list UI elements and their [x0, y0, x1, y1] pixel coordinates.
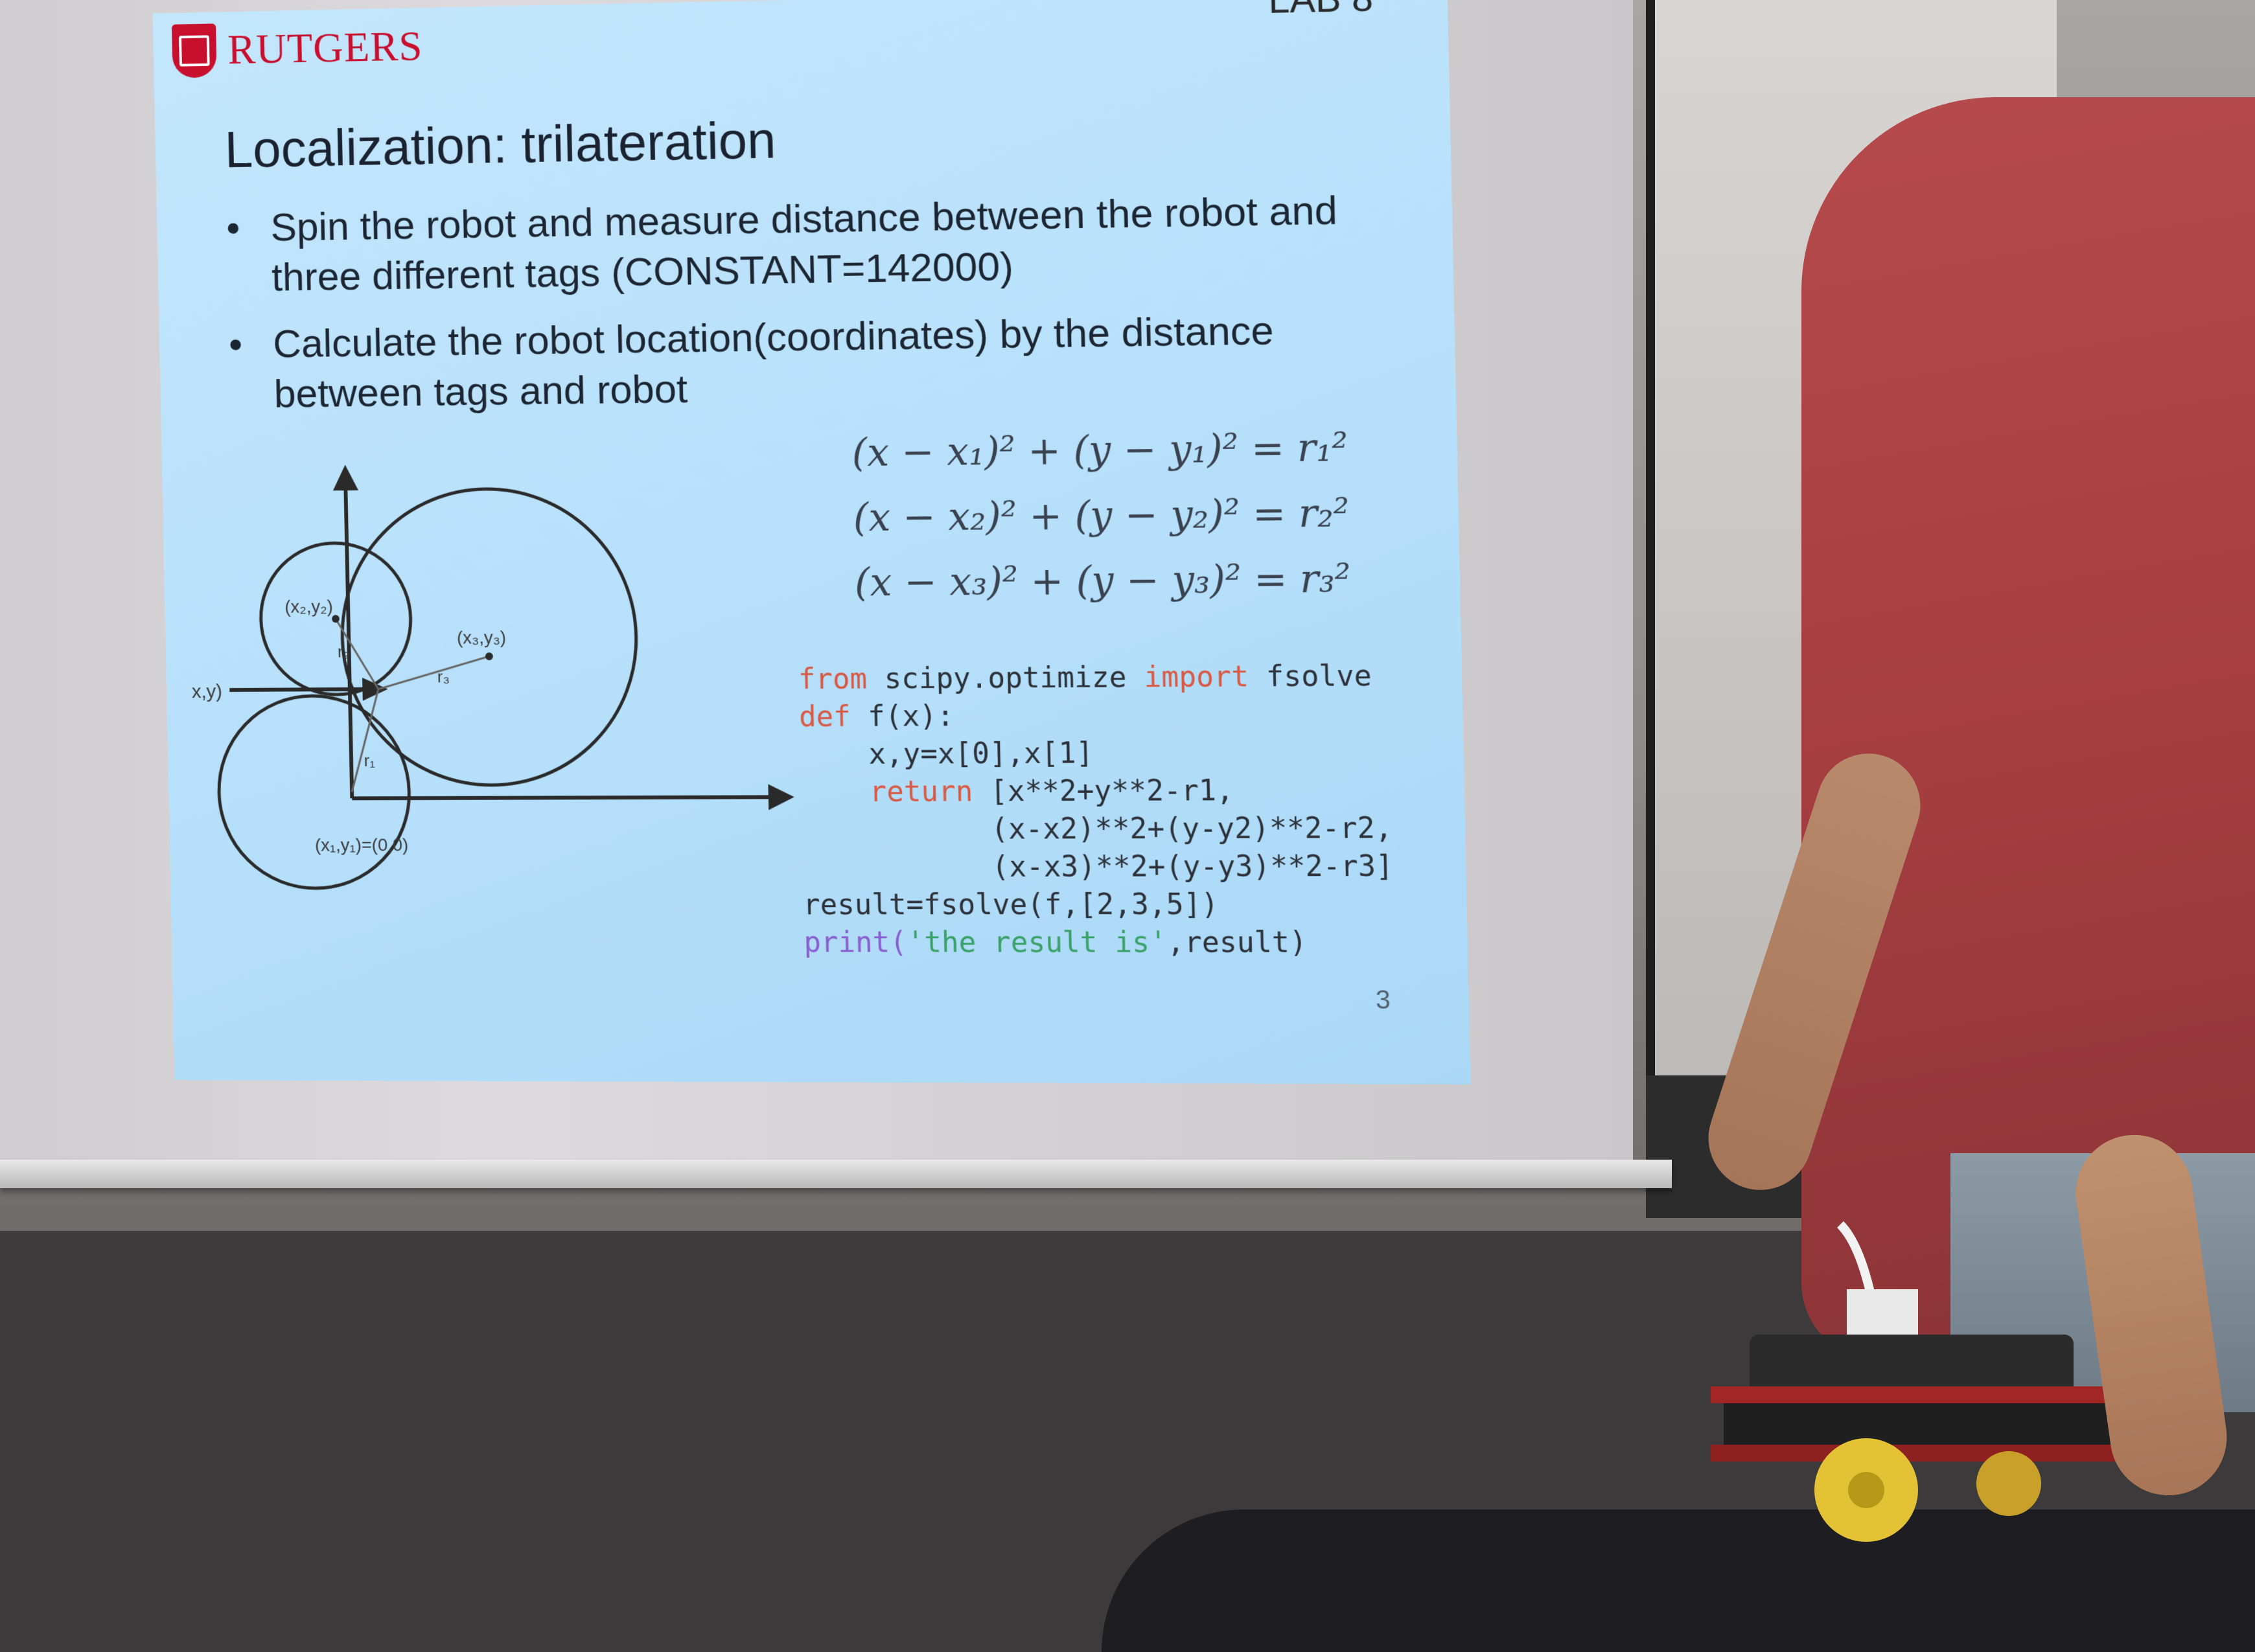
- robot-chassis-bottom: [1711, 1445, 2164, 1462]
- equation: (x − x₂)² + (y − y₂)² = r₂²: [853, 490, 1350, 541]
- code-text: [x**2+y**2-r1,: [972, 774, 1234, 809]
- label-point-3: (x₃,y₃): [457, 627, 507, 648]
- bullet-item: Calculate the robot location(coordinates…: [228, 304, 1363, 420]
- equation: (x − x₁)² + (y − y₁)² = r₁²: [851, 424, 1348, 476]
- code-text: x,y=x[0],x[1]: [799, 737, 1094, 772]
- label-robot: (x,y): [187, 681, 223, 702]
- code-function: print(: [803, 926, 908, 959]
- robot-arrow-head-icon: [362, 677, 388, 701]
- code-keyword: def: [798, 700, 851, 734]
- robot-sensor-box: [1847, 1289, 1918, 1335]
- y-axis-arrow-icon: [332, 465, 359, 491]
- code-text: scipy.optimize: [866, 660, 1144, 696]
- equations: (x − x₁)² + (y − y₁)² = r₁² (x − x₂)² + …: [851, 415, 1352, 615]
- code-text: (x-x3)**2+(y-y3)**2-r3]: [802, 849, 1394, 884]
- screen-bottom-bar: [0, 1160, 1672, 1188]
- circle-r1: [217, 695, 411, 888]
- projected-slide: RUTGERS LAB 8 Localization: trilateratio…: [152, 0, 1471, 1084]
- code-text: fsolve: [1248, 659, 1372, 694]
- trilateration-diagram: (x,y) (x₁,y₁)=(0,0) (x₂,y₂) (x₃,y₃) r₁ r…: [187, 465, 794, 946]
- slide-title: Localization: trilateration: [224, 111, 777, 179]
- equation: (x − x₃)² + (y − y₃)² = r₃²: [854, 555, 1352, 606]
- bullet-list: Spin the robot and measure distance betw…: [226, 185, 1364, 437]
- point-3: [485, 652, 493, 661]
- shield-icon: [171, 23, 217, 78]
- lab-label: LAB 8: [1268, 0, 1374, 22]
- code-text: result=fsolve(f,[2,3,5]): [802, 888, 1220, 922]
- r3-line: [378, 656, 490, 689]
- label-r2: r₂: [338, 643, 350, 661]
- code-block: from scipy.optimize import fsolve def f(…: [798, 658, 1395, 962]
- label-r1: r₁: [364, 752, 375, 770]
- code-keyword: return: [800, 775, 973, 809]
- rutgers-logo: RUTGERS: [171, 19, 424, 78]
- code-text: ,result): [1166, 926, 1308, 959]
- robot-arrow: [229, 689, 375, 690]
- code-string: 'the result is': [907, 926, 1168, 959]
- code-keyword: from: [798, 662, 868, 696]
- page-number: 3: [1375, 985, 1391, 1015]
- robot-body: [1724, 1403, 2138, 1445]
- robot-wheel-hub: [1848, 1472, 1884, 1508]
- label-r3: r₃: [437, 668, 450, 686]
- code-keyword: import: [1143, 660, 1249, 694]
- code-text: f(x):: [850, 699, 954, 733]
- brand-name: RUTGERS: [227, 22, 424, 74]
- x-axis: [352, 797, 769, 798]
- label-point-2: (x₂,y₂): [284, 596, 333, 616]
- code-text: (x-x2)**2+(y-y2)**2-r2,: [801, 811, 1393, 847]
- x-axis-arrow-icon: [769, 784, 794, 810]
- label-point-1: (x₁,y₁)=(0,0): [315, 834, 409, 855]
- robot-rear-wheel: [1976, 1451, 2041, 1516]
- bullet-item: Spin the robot and measure distance betw…: [226, 185, 1361, 304]
